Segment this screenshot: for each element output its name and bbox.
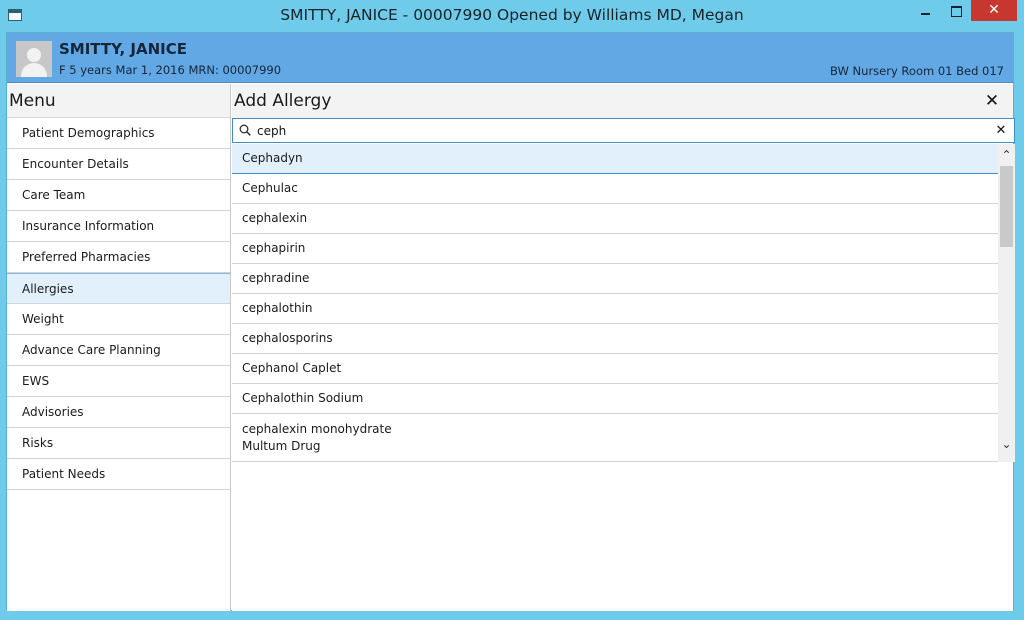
result-item[interactable]: cephradine: [232, 264, 998, 294]
menu-item-care-team[interactable]: Care Team: [7, 180, 230, 211]
result-item[interactable]: cephalexin monohydrate Multum Drug: [232, 414, 998, 462]
patient-banner: SMITTY, JANICE F 5 years Mar 1, 2016 MRN…: [7, 33, 1013, 83]
menu-item-allergies[interactable]: Allergies: [7, 273, 230, 304]
result-item[interactable]: Cephalothin Sodium: [232, 384, 998, 414]
result-label: cephalexin monohydrate: [242, 422, 392, 436]
maximize-button[interactable]: [942, 0, 970, 21]
result-label: cephradine: [242, 271, 310, 285]
menu-item-ews[interactable]: EWS: [7, 366, 230, 397]
result-label: cephapirin: [242, 241, 306, 255]
add-allergy-title: Add Allergy: [234, 91, 332, 111]
avatar-body: [21, 63, 47, 77]
clear-icon: ✕: [995, 123, 1007, 138]
patient-info: F 5 years Mar 1, 2016 MRN: 00007990: [59, 63, 282, 77]
menu-item-encounter-details[interactable]: Encounter Details: [7, 149, 230, 180]
menu-item-advance-care-planning[interactable]: Advance Care Planning: [7, 335, 230, 366]
application-window: SMITTY, JANICE - 00007990 Opened by Will…: [0, 0, 1024, 620]
minimize-button[interactable]: [911, 0, 941, 21]
result-label: Cephalothin Sodium: [242, 391, 364, 405]
menu-item-risks[interactable]: Risks: [7, 428, 230, 459]
result-source: Multum Drug: [242, 439, 321, 453]
results-scrollbar[interactable]: ⌃ ⌄: [998, 144, 1015, 462]
add-allergy-panel: Add Allergy ✕ ✕ Cephadyn Cephulac cephalex…: [232, 84, 1015, 611]
result-label: cephalothin: [242, 301, 313, 315]
result-label: Cephadyn: [242, 151, 303, 165]
menu-item-patient-needs[interactable]: Patient Needs: [7, 459, 230, 490]
result-item[interactable]: Cephanol Caplet: [232, 354, 998, 384]
clear-search-button[interactable]: ✕: [992, 121, 1010, 140]
chevron-down-icon[interactable]: ⌄: [998, 436, 1015, 453]
result-label: cephalosporins: [242, 331, 333, 345]
close-icon: ✕: [988, 2, 1000, 18]
menu-item-advisories[interactable]: Advisories: [7, 397, 230, 428]
close-panel-button[interactable]: ✕: [982, 91, 1002, 111]
menu-panel: Menu Patient Demographics Encounter Detai…: [7, 84, 231, 611]
result-item[interactable]: cephalosporins: [232, 324, 998, 354]
menu-title: Menu: [7, 84, 230, 118]
result-item[interactable]: Cephulac: [232, 174, 998, 204]
search-icon: [239, 124, 251, 136]
close-icon: ✕: [984, 91, 1000, 111]
allergy-search-input[interactable]: [257, 121, 977, 140]
title-bar[interactable]: SMITTY, JANICE - 00007990 Opened by Will…: [0, 0, 1024, 32]
patient-name: SMITTY, JANICE: [59, 40, 187, 58]
allergy-search-box: ✕: [232, 118, 1015, 143]
patient-location: BW Nursery Room 01 Bed 017: [830, 64, 1004, 78]
allergy-results-list: Cephadyn Cephulac cephalexin cephapirin ceph…: [232, 144, 998, 462]
result-label: Cephanol Caplet: [242, 361, 342, 375]
menu-item-insurance-information[interactable]: Insurance Information: [7, 211, 230, 242]
result-item[interactable]: cephapirin: [232, 234, 998, 264]
result-item[interactable]: Cephadyn: [232, 144, 998, 174]
menu-list: Patient Demographics Encounter Details Car…: [7, 118, 230, 490]
result-label: Cephulac: [242, 181, 298, 195]
add-allergy-header: Add Allergy ✕: [232, 84, 1013, 118]
avatar-head: [27, 48, 41, 62]
chevron-up-icon[interactable]: ⌃: [998, 147, 1015, 164]
client-area: SMITTY, JANICE F 5 years Mar 1, 2016 MRN…: [6, 32, 1015, 611]
scroll-thumb[interactable]: [1000, 166, 1013, 247]
patient-avatar: [16, 41, 52, 77]
menu-item-weight[interactable]: Weight: [7, 304, 230, 335]
menu-item-preferred-pharmacies[interactable]: Preferred Pharmacies: [7, 242, 230, 273]
result-label: cephalexin: [242, 211, 308, 225]
window-close-button[interactable]: ✕: [971, 0, 1017, 21]
window-title: SMITTY, JANICE - 00007990 Opened by Will…: [280, 6, 744, 24]
result-item[interactable]: cephalothin: [232, 294, 998, 324]
result-item[interactable]: cephalexin: [232, 204, 998, 234]
menu-item-patient-demographics[interactable]: Patient Demographics: [7, 118, 230, 149]
